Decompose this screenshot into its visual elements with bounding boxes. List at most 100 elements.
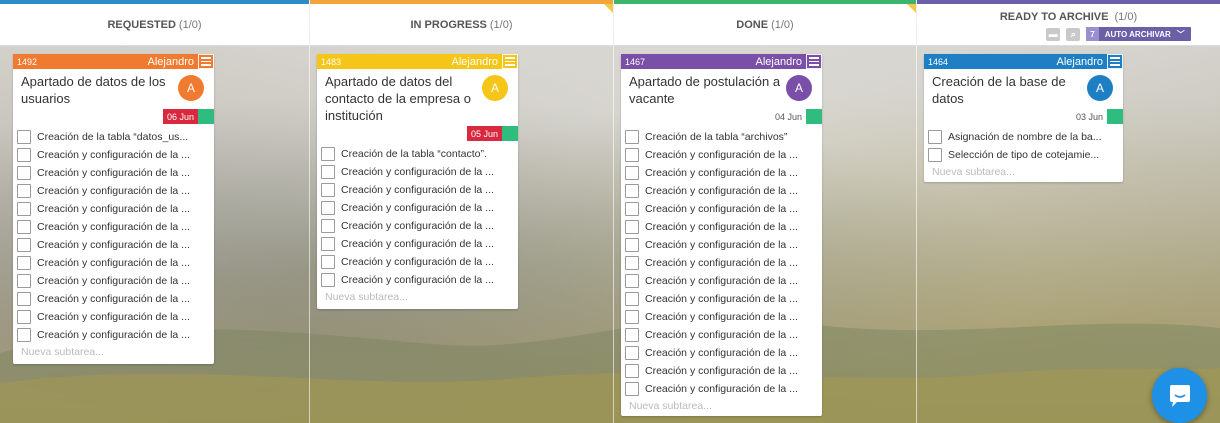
subtask-item[interactable]: Creación y configuración de la ... [625, 380, 818, 398]
column-header-ready-to-archive[interactable]: READY TO ARCHIVE (1/0) ▬ ⌕ 7 AUTO ARCHIV… [917, 0, 1220, 46]
column-header-requested[interactable]: REQUESTED (1/0) [0, 0, 309, 46]
subtask-item[interactable]: Creación y configuración de la ... [17, 254, 210, 272]
subtask-item[interactable]: Creación y configuración de la ... [321, 181, 514, 199]
due-date-badge[interactable]: 03 Jun [1071, 109, 1107, 124]
subtask-checkbox[interactable] [928, 130, 942, 144]
new-subtask-input[interactable]: Nueva subtarea... [317, 289, 518, 307]
subtask-item[interactable]: Creación y configuración de la ... [17, 308, 210, 326]
subtask-checkbox[interactable] [625, 148, 639, 162]
subtask-checkbox[interactable] [17, 166, 31, 180]
subtask-checkbox[interactable] [321, 273, 335, 287]
avatar[interactable]: A [1087, 75, 1113, 101]
subtask-item[interactable]: Creación y configuración de la ... [17, 326, 210, 344]
new-subtask-input[interactable]: Nueva subtarea... [621, 398, 822, 416]
subtask-item[interactable]: Creación y configuración de la ... [321, 253, 514, 271]
subtask-item[interactable]: Creación y configuración de la ... [625, 290, 818, 308]
subtask-item[interactable]: Creación de la tabla “datos_us... [17, 128, 210, 146]
subtask-item[interactable]: Selección de tipo de cotejamie... [928, 146, 1119, 164]
subtask-item[interactable]: Asignación de nombre de la ba... [928, 128, 1119, 146]
subtask-checkbox[interactable] [928, 148, 942, 162]
subtask-item[interactable]: Creación y configuración de la ... [321, 199, 514, 217]
card-menu-icon[interactable] [502, 54, 518, 69]
subtask-checkbox[interactable] [17, 238, 31, 252]
subtask-item[interactable]: Creación y configuración de la ... [17, 290, 210, 308]
new-subtask-input[interactable]: Nueva subtarea... [924, 164, 1123, 182]
subtask-checkbox[interactable] [321, 147, 335, 161]
subtask-checkbox[interactable] [625, 238, 639, 252]
subtask-item[interactable]: Creación y configuración de la ... [321, 217, 514, 235]
subtask-checkbox[interactable] [625, 220, 639, 234]
subtask-checkbox[interactable] [625, 310, 639, 324]
subtask-item[interactable]: Creación y configuración de la ... [625, 272, 818, 290]
card-menu-icon[interactable] [806, 54, 822, 69]
subtask-item[interactable]: Creación y configuración de la ... [625, 308, 818, 326]
subtask-checkbox[interactable] [625, 256, 639, 270]
auto-archive-button[interactable]: 7 AUTO ARCHIVAR ﹀ [1086, 27, 1191, 41]
subtask-checkbox[interactable] [321, 237, 335, 251]
subtask-item[interactable]: Creación y configuración de la ... [625, 362, 818, 380]
subtask-item[interactable]: Creación y configuración de la ... [625, 182, 818, 200]
subtask-checkbox[interactable] [625, 382, 639, 396]
task-card[interactable]: 1464 Alejandro Creación de la base de da… [924, 54, 1123, 182]
column-header-in-progress[interactable]: IN PROGRESS (1/0) [310, 0, 613, 46]
task-card[interactable]: 1492 Alejandro Apartado de datos de los … [13, 54, 214, 364]
new-subtask-input[interactable]: Nueva subtarea... [13, 344, 214, 362]
subtask-checkbox[interactable] [321, 255, 335, 269]
subtask-item[interactable]: Creación y configuración de la ... [625, 200, 818, 218]
due-date-badge[interactable]: 05 Jun [466, 126, 502, 141]
chat-launcher-button[interactable] [1152, 368, 1207, 423]
subtask-checkbox[interactable] [17, 220, 31, 234]
subtask-checkbox[interactable] [625, 292, 639, 306]
archive-box-icon[interactable]: ▬ [1046, 27, 1061, 41]
subtask-item[interactable]: Creación y configuración de la ... [17, 182, 210, 200]
subtask-item[interactable]: Creación y configuración de la ... [17, 218, 210, 236]
subtask-item[interactable]: Creación y configuración de la ... [625, 218, 818, 236]
subtask-item[interactable]: Creación y configuración de la ... [625, 164, 818, 182]
card-title[interactable]: Apartado de postulación a vacante [629, 73, 782, 107]
avatar[interactable]: A [786, 75, 812, 101]
column-header-done[interactable]: DONE (1/0) [614, 0, 916, 46]
subtask-item[interactable]: Creación y configuración de la ... [625, 146, 818, 164]
subtask-checkbox[interactable] [17, 274, 31, 288]
subtask-checkbox[interactable] [17, 130, 31, 144]
subtask-item[interactable]: Creación y configuración de la ... [17, 200, 210, 218]
subtask-item[interactable]: Creación de la tabla “archivos” [625, 128, 818, 146]
subtask-checkbox[interactable] [625, 166, 639, 180]
subtask-checkbox[interactable] [17, 184, 31, 198]
due-date-badge[interactable]: 04 Jun [770, 109, 806, 124]
subtask-item[interactable]: Creación y configuración de la ... [17, 146, 210, 164]
card-title[interactable]: Apartado de datos del contacto de la emp… [325, 73, 478, 124]
subtask-checkbox[interactable] [321, 183, 335, 197]
subtask-item[interactable]: Creación y configuración de la ... [17, 236, 210, 254]
avatar[interactable]: A [482, 75, 508, 101]
subtask-checkbox[interactable] [17, 148, 31, 162]
task-card[interactable]: 1483 Alejandro Apartado de datos del con… [317, 54, 518, 309]
card-menu-icon[interactable] [1107, 54, 1123, 69]
subtask-checkbox[interactable] [625, 328, 639, 342]
subtask-item[interactable]: Creación y configuración de la ... [321, 271, 514, 289]
search-icon[interactable]: ⌕ [1066, 27, 1081, 41]
subtask-item[interactable]: Creación y configuración de la ... [321, 235, 514, 253]
card-menu-icon[interactable] [198, 54, 214, 69]
subtask-item[interactable]: Creación y configuración de la ... [625, 254, 818, 272]
subtask-checkbox[interactable] [625, 130, 639, 144]
subtask-checkbox[interactable] [625, 346, 639, 360]
subtask-checkbox[interactable] [17, 310, 31, 324]
subtask-checkbox[interactable] [17, 256, 31, 270]
subtask-checkbox[interactable] [321, 165, 335, 179]
subtask-item[interactable]: Creación y configuración de la ... [625, 344, 818, 362]
subtask-checkbox[interactable] [17, 328, 31, 342]
subtask-item[interactable]: Creación y configuración de la ... [17, 272, 210, 290]
subtask-checkbox[interactable] [17, 202, 31, 216]
subtask-checkbox[interactable] [625, 202, 639, 216]
subtask-item[interactable]: Creación y configuración de la ... [17, 164, 210, 182]
subtask-checkbox[interactable] [625, 184, 639, 198]
card-title[interactable]: Apartado de datos de los usuarios [21, 73, 174, 107]
subtask-checkbox[interactable] [625, 364, 639, 378]
due-date-badge[interactable]: 06 Jun [162, 109, 198, 124]
subtask-item[interactable]: Creación de la tabla “contacto”. [321, 145, 514, 163]
subtask-item[interactable]: Creación y configuración de la ... [321, 163, 514, 181]
subtask-checkbox[interactable] [625, 274, 639, 288]
card-title[interactable]: Creación de la base de datos [932, 73, 1083, 107]
subtask-checkbox[interactable] [321, 219, 335, 233]
